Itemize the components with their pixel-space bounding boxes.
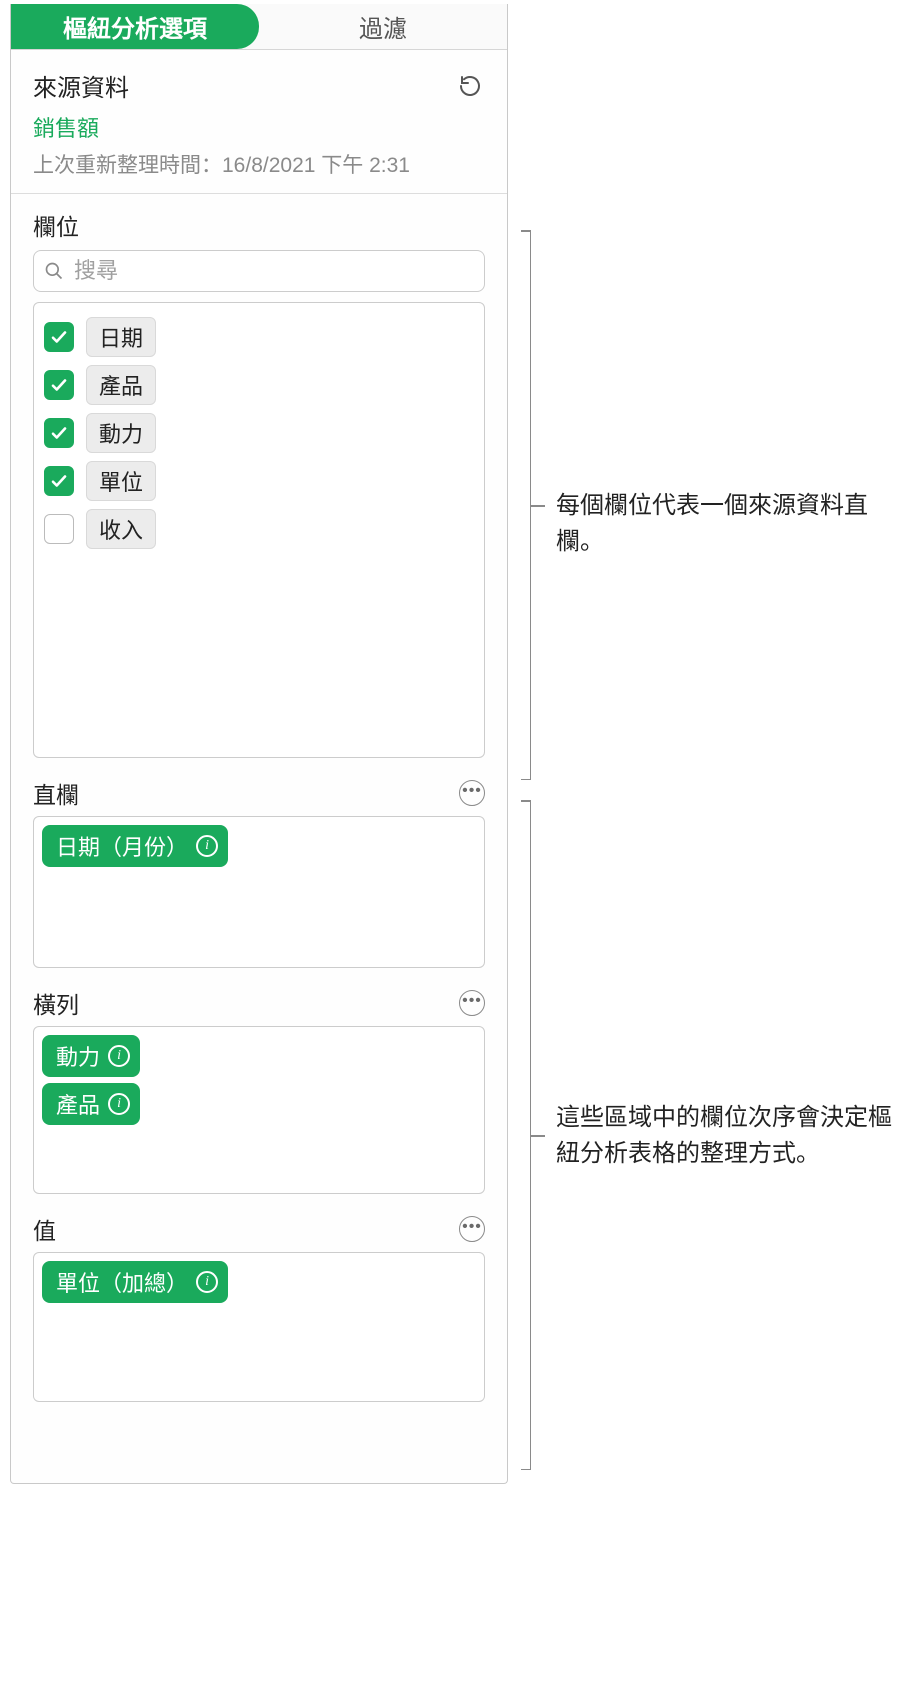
pill-label: 動力 [56,1040,100,1072]
tab-label: 過濾 [359,9,407,44]
columns-heading: 直欄 [33,776,79,810]
callout-zones-text: 這些區域中的欄位次序會決定樞紐分析表格的整理方式。 [556,1100,906,1172]
columns-more-button[interactable]: ••• [459,780,485,806]
info-icon[interactable]: i [196,835,218,857]
ellipsis-icon: ••• [462,993,482,1009]
field-chip[interactable]: 單位 [86,461,156,501]
field-row: 動力 [44,409,474,457]
field-chip[interactable]: 收入 [86,509,156,549]
values-more-button[interactable]: ••• [459,1216,485,1242]
callout-fields-text: 每個欄位代表一個來源資料直欄。 [556,488,906,560]
info-icon[interactable]: i [108,1045,130,1067]
source-table-name: 銷售額 [33,111,485,143]
rows-more-button[interactable]: ••• [459,990,485,1016]
field-checkbox[interactable] [44,466,74,496]
pill-label: 單位（加總） [56,1266,188,1298]
values-heading: 值 [33,1212,56,1246]
values-dropzone[interactable]: 單位（加總） i [33,1252,485,1402]
field-chip[interactable]: 日期 [86,317,156,357]
field-chip[interactable]: 動力 [86,413,156,453]
last-refresh-timestamp: 上次重新整理時間：16/8/2021 下午 2:31 [33,149,485,179]
field-label: 日期 [99,326,143,351]
field-checkbox[interactable] [44,370,74,400]
fields-list: 日期 產品 動力 單位 收入 [33,302,485,758]
divider [11,193,507,194]
search-icon [44,261,64,281]
info-icon[interactable]: i [108,1093,130,1115]
refresh-icon [458,74,482,98]
pivot-options-panel: 樞紐分析選項 過濾 來源資料 銷售額 上次重新整理時間：16/8/2021 下午… [10,4,508,1484]
field-checkbox[interactable] [44,418,74,448]
field-chip[interactable]: 產品 [86,365,156,405]
row-pill[interactable]: 動力 i [42,1035,140,1077]
field-checkbox[interactable] [44,514,74,544]
field-checkbox[interactable] [44,322,74,352]
tab-pivot-options[interactable]: 樞紐分析選項 [11,4,259,49]
column-pill[interactable]: 日期（月份） i [42,825,228,867]
pill-label: 產品 [56,1088,100,1120]
ellipsis-icon: ••• [462,783,482,799]
search-input[interactable] [72,257,474,285]
ellipsis-icon: ••• [462,1219,482,1235]
refresh-button[interactable] [455,71,485,101]
field-row: 日期 [44,313,474,361]
field-label: 產品 [99,374,143,399]
field-row: 收入 [44,505,474,553]
row-pill[interactable]: 產品 i [42,1083,140,1125]
source-data-heading: 來源資料 [33,68,129,103]
field-label: 收入 [99,518,143,543]
field-label: 單位 [99,470,143,495]
tab-label: 樞紐分析選項 [63,9,207,44]
tab-filter[interactable]: 過濾 [259,4,507,49]
value-pill[interactable]: 單位（加總） i [42,1261,228,1303]
rows-dropzone[interactable]: 動力 i 產品 i [33,1026,485,1194]
fields-heading: 欄位 [33,208,485,242]
info-icon[interactable]: i [196,1271,218,1293]
fields-search[interactable] [33,250,485,292]
field-row: 單位 [44,457,474,505]
pill-label: 日期（月份） [56,830,188,862]
callout-bracket [530,230,531,780]
callout-bracket [530,800,531,1470]
field-row: 產品 [44,361,474,409]
columns-dropzone[interactable]: 日期（月份） i [33,816,485,968]
field-label: 動力 [99,422,143,447]
panel-tabs: 樞紐分析選項 過濾 [11,4,507,50]
rows-heading: 橫列 [33,986,79,1020]
